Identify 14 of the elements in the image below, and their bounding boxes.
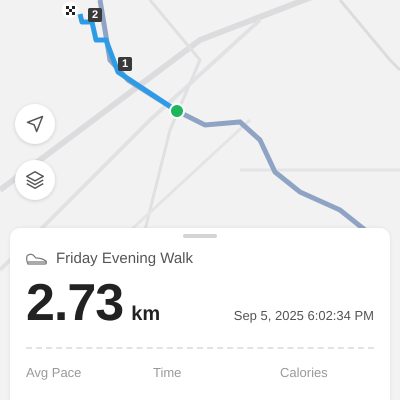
stat-label: Time <box>153 365 182 380</box>
distance-unit: km <box>131 303 160 326</box>
drag-handle[interactable] <box>183 234 217 238</box>
navigation-arrow-icon <box>25 114 45 134</box>
activity-title: Friday Evening Walk <box>56 250 193 267</box>
layers-icon <box>24 169 46 191</box>
stat-label: Calories <box>280 365 329 380</box>
shoe-icon <box>26 252 48 266</box>
distance-value: 2.73 <box>26 273 124 333</box>
route-marker: 1 <box>118 57 132 71</box>
activity-date: Sep 5, 2025 6:02:34 PM <box>234 308 374 323</box>
stat-label: Avg Pace <box>26 365 82 380</box>
checkered-flag-icon <box>62 2 78 18</box>
route-marker: 2 <box>88 8 102 22</box>
